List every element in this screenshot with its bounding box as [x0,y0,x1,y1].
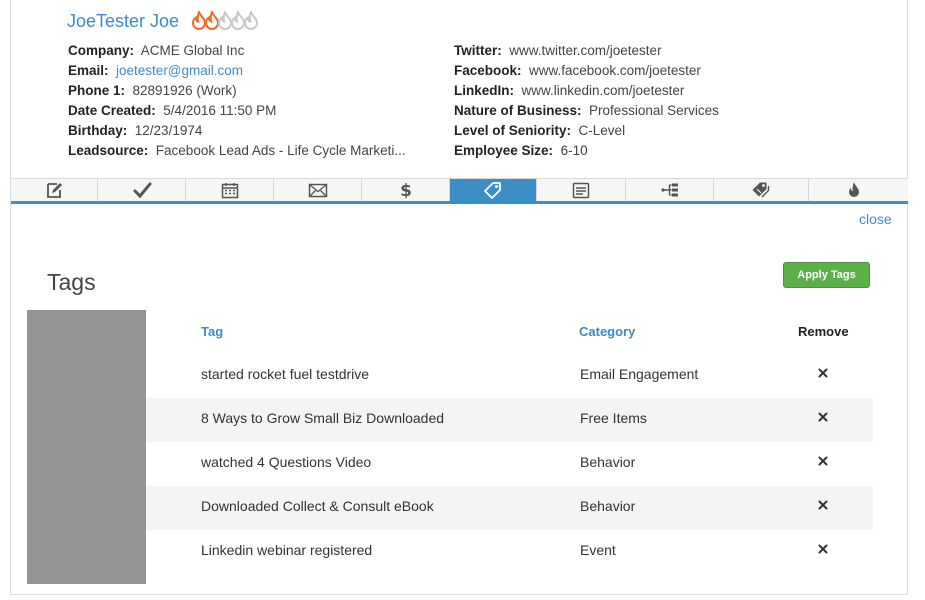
remove-tag-button[interactable] [818,368,828,378]
lead-score [191,11,259,33]
svg-text:$: $ [400,181,412,199]
envelope-icon [308,183,327,198]
tab-tag[interactable] [450,179,537,201]
tab-tags[interactable] [714,179,809,201]
info-value: www.linkedin.com/joetester [521,83,685,98]
tag-name: 8 Ways to Grow Small Biz Downloaded [201,410,445,426]
tag-category: Behavior [580,498,636,514]
dollar-icon: $ [400,181,412,199]
tag-category: Event [580,542,616,558]
tag-name: Linkedin webinar registered [201,542,373,558]
info-label: Email: [68,63,109,78]
info-value: www.facebook.com/joetester [529,63,701,78]
contact-info-right: Twitter: www.twitter.com/joetester Facebo… [454,41,719,161]
info-row: Nature of Business: Professional Service… [454,101,719,121]
section-title: Tags [47,269,96,295]
info-value: 12/23/1974 [134,123,203,138]
info-label: Employee Size: [454,143,554,158]
close-icon [818,456,828,466]
info-link[interactable]: joetester@gmail.com [116,63,243,78]
contact-info-left: Company: ACME Global Inc Email: joetester… [68,41,406,161]
tab-edit[interactable] [11,179,98,201]
info-value: Professional Services [589,103,719,118]
form-icon [572,182,590,199]
close-link[interactable]: close [859,211,892,227]
sequence-icon [660,183,678,197]
info-label: Twitter: [454,43,502,58]
close-icon [818,412,828,422]
info-label: Leadsource: [68,143,149,158]
tag-category: Behavior [580,454,636,470]
tag-name: watched 4 Questions Video [201,454,372,470]
tags-table: Tag Category Remove started rocket fuel … [146,311,873,574]
info-value: 82891926 (Work) [132,83,237,98]
info-label: Date Created: [68,103,156,118]
contact-card: JoeTester Joe Company: ACME Global Inc Em… [10,0,908,595]
tag-icon [484,182,501,199]
header-category[interactable]: Category [579,324,635,339]
tab-envelope[interactable] [274,179,362,201]
tab-dollar[interactable]: $ [362,179,450,201]
info-value: Facebook Lead Ads - Life Cycle Marketi..… [155,143,406,158]
info-row: Employee Size: 6-10 [454,141,719,161]
info-value: www.twitter.com/joetester [509,43,662,58]
info-row: Facebook: www.facebook.com/joetester [454,61,719,81]
info-row: Email: joetester@gmail.com [68,61,406,81]
checkmark-icon [133,182,151,199]
header-tag[interactable]: Tag [201,324,223,339]
flame-icon [243,11,259,30]
calendar-icon [221,183,238,199]
info-row: Date Created: 5/4/2016 11:50 PM [68,101,406,121]
info-row: Leadsource: Facebook Lead Ads - Life Cyc… [68,141,406,161]
remove-tag-button[interactable] [818,412,828,422]
tab-form[interactable] [537,179,626,201]
table-header: Tag Category Remove [146,311,873,354]
close-icon [818,500,828,510]
info-row: Level of Seniority: C-Level [454,121,719,141]
info-label: LinkedIn: [454,83,514,98]
close-icon [818,368,828,378]
info-value: 6-10 [560,143,588,158]
edit-icon [47,183,62,198]
tag-category: Email Engagement [580,366,699,382]
info-row: LinkedIn: www.linkedin.com/joetester [454,81,719,101]
remove-tag-button[interactable] [818,544,828,554]
tab-checkmark[interactable] [98,179,186,201]
contact-name[interactable]: JoeTester Joe [67,11,179,32]
info-value: ACME Global Inc [140,43,245,58]
table-row: started rocket fuel testdrive Email Engag… [146,354,873,398]
info-row: Twitter: www.twitter.com/joetester [454,41,719,61]
tab-sequence[interactable] [626,179,714,201]
tag-category: Free Items [580,410,647,426]
table-body: started rocket fuel testdrive Email Engag… [146,354,873,574]
table-row: Downloaded Collect & Consult eBook Behavi… [146,486,873,530]
table-row: watched 4 Questions Video Behavior [146,442,873,486]
remove-tag-button[interactable] [818,456,828,466]
table-row: Linkedin webinar registered Event [146,530,873,574]
tags-icon [752,182,770,198]
info-label: Nature of Business: [454,103,582,118]
info-row: Birthday: 12/23/1974 [68,121,406,141]
tab-calendar[interactable] [186,179,274,201]
tag-name: started rocket fuel testdrive [201,366,370,382]
header-remove: Remove [798,324,849,339]
info-label: Facebook: [454,63,522,78]
info-label: Company: [68,43,135,58]
info-label: Birthday: [68,123,128,138]
remove-tag-button[interactable] [818,500,828,510]
info-value: C-Level [578,123,626,138]
info-row: Company: ACME Global Inc [68,41,406,61]
tag-name: Downloaded Collect & Consult eBook [201,498,434,514]
info-label: Phone 1: [68,83,126,98]
apply-tags-button[interactable]: Apply Tags [783,262,870,288]
info-label: Level of Seniority: [454,123,572,138]
flame-icon [848,182,859,197]
contact-tab-bar: $ [11,178,908,204]
close-icon [818,544,828,554]
info-value: 5/4/2016 11:50 PM [163,103,277,118]
placeholder-block [27,310,146,584]
info-row: Phone 1: 82891926 (Work) [68,81,406,101]
tab-flame[interactable] [809,179,898,201]
table-row: 8 Ways to Grow Small Biz Downloaded Free … [146,398,873,442]
